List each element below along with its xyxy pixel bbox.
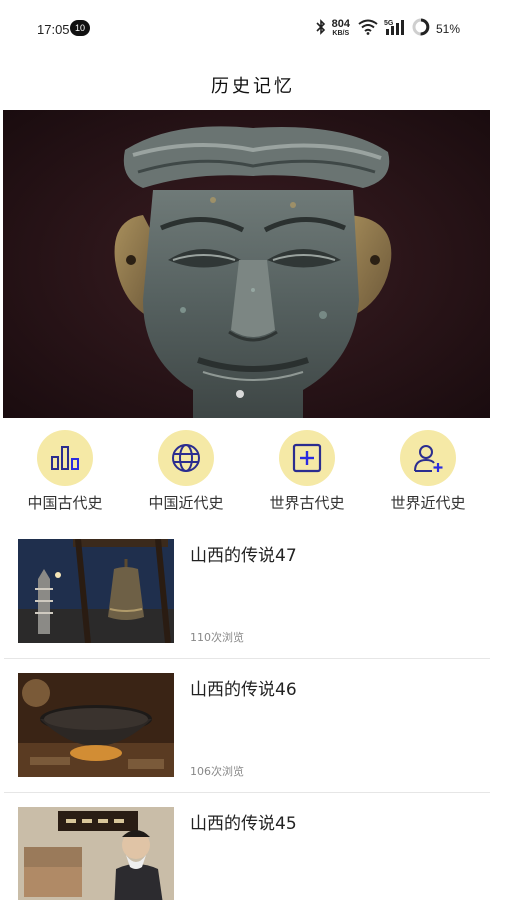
article-title: 山西的传说46 — [190, 680, 297, 700]
article-list: 山西的传说47 110次浏览 山西的传说46 106次浏览 山西的传说45 — [0, 525, 506, 900]
article-thumbnail — [18, 807, 174, 900]
globe-icon — [158, 430, 214, 486]
category-label: 中国古代史 — [27, 494, 103, 512]
wifi-icon — [358, 19, 378, 39]
article-thumbnail — [18, 539, 174, 643]
network-speed-unit: KB/S — [332, 30, 350, 37]
category-label: 世界古代史 — [269, 494, 345, 512]
bronze-mask-image — [3, 110, 490, 418]
category-modern-world[interactable]: 世界近代史 — [373, 430, 483, 513]
cell-signal-icon: 5G — [384, 18, 406, 40]
status-bar: 17:05 10 804 KB/S 5G 51% — [0, 0, 506, 60]
article-views: 110次浏览 — [190, 631, 244, 644]
status-icons: 804 KB/S 5G 51% — [316, 17, 460, 41]
article-title: 山西的传说47 — [190, 546, 297, 566]
notification-badge: 10 — [70, 20, 90, 36]
category-nav: 中国古代史 中国近代史 世界古代史 世界近代史 — [0, 430, 506, 520]
category-ancient-world[interactable]: 世界古代史 — [252, 430, 362, 513]
bluetooth-icon — [316, 19, 326, 39]
category-label: 世界近代史 — [390, 494, 466, 512]
bar-chart-icon — [37, 430, 93, 486]
list-item[interactable]: 山西的传说45 — [4, 793, 490, 900]
category-modern-china[interactable]: 中国近代史 — [131, 430, 241, 513]
article-thumbnail — [18, 673, 174, 777]
battery-percent: 51% — [435, 22, 460, 36]
battery-ring-icon — [412, 18, 430, 40]
add-user-icon — [400, 430, 456, 486]
article-views: 106次浏览 — [190, 765, 244, 778]
network-speed: 804 KB/S — [331, 18, 350, 38]
article-title: 山西的传说45 — [190, 814, 297, 834]
network-speed-value: 804 — [331, 18, 350, 30]
list-item[interactable]: 山西的传说46 106次浏览 — [4, 659, 490, 793]
list-item[interactable]: 山西的传说47 110次浏览 — [4, 525, 490, 659]
page-title: 历史记忆 — [211, 76, 295, 97]
category-ancient-china[interactable]: 中国古代史 — [10, 430, 120, 513]
network-type-label: 5G — [384, 20, 394, 27]
category-label: 中国近代史 — [148, 494, 224, 512]
carousel-dot[interactable] — [236, 390, 244, 398]
status-time: 17:05 — [37, 22, 70, 37]
banner-carousel[interactable] — [3, 110, 490, 418]
plus-square-icon — [279, 430, 335, 486]
